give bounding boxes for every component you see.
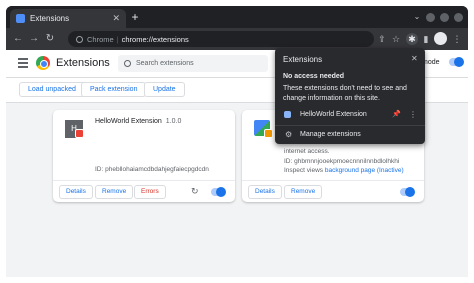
- close-icon[interactable]: ✕: [112, 13, 120, 24]
- background-page-link[interactable]: background page (Inactive): [325, 167, 404, 174]
- divider: [275, 125, 425, 126]
- maximize-button[interactable]: [440, 13, 449, 22]
- popup-extension-name: HelloWorld Extension: [300, 111, 367, 118]
- inspect-views: Inspect views background page (Inactive): [284, 167, 404, 174]
- extension-id: ID: ghbmnnjooekpmoecnnnilnnbdlolhkhi: [284, 158, 400, 165]
- errors-button[interactable]: Errors: [134, 185, 166, 199]
- extension-icon: [284, 111, 291, 118]
- omnibox-scheme: Chrome: [87, 34, 114, 44]
- forward-icon[interactable]: →: [28, 33, 40, 45]
- browser-window: Extensions ✕ + ⌄ ← → ↻ Chrome | chrome:/…: [6, 6, 468, 277]
- omnibox-separator: |: [116, 34, 119, 44]
- extension-version: 1.0.0: [165, 118, 182, 125]
- minimize-button[interactable]: [426, 13, 435, 22]
- popup-heading: No access needed: [283, 73, 345, 80]
- developer-mode-toggle[interactable]: [449, 57, 464, 67]
- chrome-icon: [76, 35, 83, 43]
- details-button[interactable]: Details: [248, 185, 282, 199]
- card-footer: Details Remove: [242, 180, 424, 202]
- tab-extensions[interactable]: Extensions ✕: [10, 9, 126, 28]
- extension-name: HelloWorld Extension 1.0.0: [95, 118, 182, 125]
- popup-title: Extensions: [283, 55, 323, 64]
- gear-icon: ⚙: [285, 130, 293, 139]
- browser-toolbar: ← → ↻ Chrome | chrome://extensions ⇪ ☆ ✱…: [6, 28, 468, 50]
- avatar[interactable]: [434, 32, 447, 45]
- manage-extensions-item[interactable]: ⚙ Manage extensions: [275, 128, 425, 142]
- remove-button[interactable]: Remove: [95, 185, 134, 199]
- search-placeholder: Search extensions: [136, 60, 194, 67]
- extension-description: internet access.: [284, 148, 330, 155]
- details-button[interactable]: Details: [59, 185, 93, 199]
- tab-title: Extensions: [30, 14, 70, 23]
- close-icon[interactable]: ✕: [411, 54, 418, 63]
- card-footer: Details Remove Errors ↻: [53, 180, 235, 202]
- new-tab-button[interactable]: +: [128, 10, 142, 24]
- manage-extensions-label: Manage extensions: [300, 131, 361, 138]
- back-icon[interactable]: ←: [12, 33, 24, 45]
- omnibox-url: chrome://extensions: [121, 34, 189, 44]
- popup-description: These extensions don't need to see and c…: [283, 85, 407, 102]
- extension-enable-toggle[interactable]: [400, 187, 415, 197]
- chrome-logo-icon: [36, 56, 50, 70]
- more-icon[interactable]: ⋮: [409, 110, 417, 119]
- update-button[interactable]: Update: [144, 82, 185, 97]
- load-unpacked-button[interactable]: Load unpacked: [19, 82, 85, 97]
- sidebar-icon[interactable]: ▮: [420, 33, 432, 45]
- pack-extension-button[interactable]: Pack extension: [81, 82, 147, 97]
- reload-extension-icon[interactable]: ↻: [191, 187, 200, 196]
- search-icon: [124, 60, 131, 67]
- extension-badge-icon: [75, 129, 84, 138]
- extension-badge-icon: [264, 129, 273, 138]
- search-input[interactable]: Search extensions: [118, 55, 268, 72]
- tab-strip: Extensions ✕ + ⌄: [6, 6, 468, 28]
- page-title: Extensions: [56, 57, 110, 69]
- omnibox[interactable]: Chrome | chrome://extensions: [68, 31, 374, 47]
- extensions-puzzle-icon[interactable]: ✱: [406, 33, 418, 45]
- reload-icon[interactable]: ↻: [44, 33, 56, 45]
- hamburger-menu-icon[interactable]: [18, 58, 28, 68]
- extensions-popup: Extensions ✕ No access needed These exte…: [275, 48, 425, 144]
- extension-id: ID: phebllohaiamcdbdahjegfaiecpgdcdn: [95, 166, 209, 173]
- extension-enable-toggle[interactable]: [211, 187, 226, 197]
- popup-extension-item[interactable]: HelloWorld Extension 📌 ⋮: [275, 108, 425, 122]
- extension-card-helloworld: H HelloWorld Extension 1.0.0 ID: pheblloh…: [53, 110, 235, 202]
- menu-icon[interactable]: ⋮: [451, 33, 463, 45]
- chevron-down-icon[interactable]: ⌄: [412, 12, 422, 22]
- close-window-button[interactable]: [454, 13, 463, 22]
- pin-icon[interactable]: 📌: [392, 110, 401, 118]
- puzzle-icon: [16, 14, 25, 23]
- star-icon[interactable]: ☆: [390, 33, 402, 45]
- remove-button[interactable]: Remove: [284, 185, 323, 199]
- share-icon[interactable]: ⇪: [376, 33, 388, 45]
